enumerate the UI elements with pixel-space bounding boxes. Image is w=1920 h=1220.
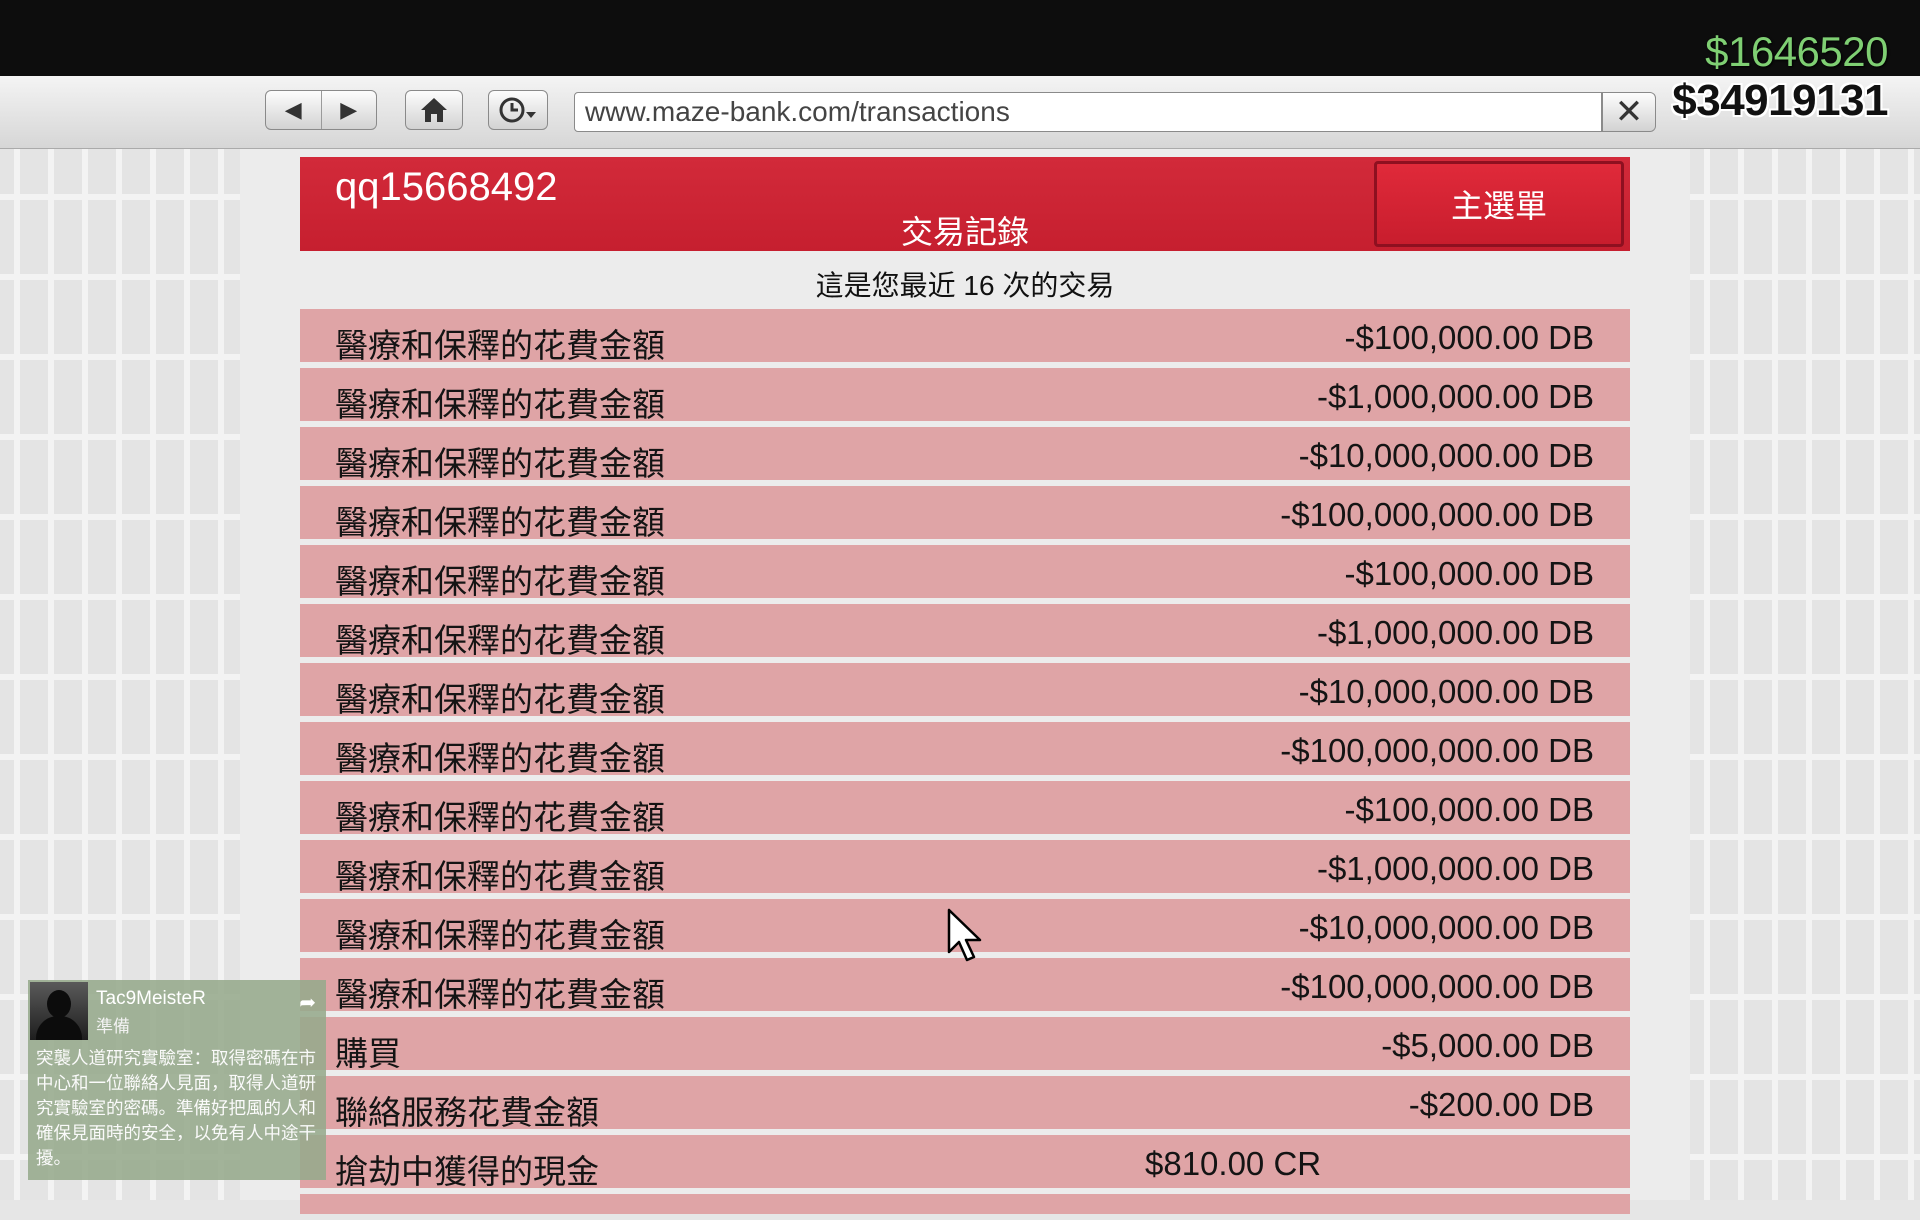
browser-toolbar: ◀ ▶ www.maze-bank.com/transactions ✕ (0, 76, 1920, 149)
transaction-description: 聯絡服務花費金額 (335, 1094, 599, 1131)
share-icon: ➦ (299, 992, 316, 1014)
transaction-row: 醫療和保釋的花費金額 -$100,000,000.00 DB (300, 722, 1630, 777)
mouse-cursor-icon (947, 908, 982, 962)
transaction-description: 醫療和保釋的花費金額 (335, 917, 665, 954)
transaction-description: 醫療和保釋的花費金額 (335, 976, 665, 1013)
transaction-row: 醫療和保釋的花費金額 -$100,000.00 DB (300, 781, 1630, 836)
back-button[interactable]: ◀ (266, 91, 321, 129)
transaction-row: 醫療和保釋的花費金額 -$100,000,000.00 DB (300, 486, 1630, 541)
transaction-description: 醫療和保釋的花費金額 (335, 563, 665, 600)
transaction-description: 醫療和保釋的花費金額 (335, 858, 665, 895)
transaction-amount: -$1,000,000.00 DB (1316, 850, 1594, 887)
transaction-description: 購買 (335, 1035, 401, 1072)
transaction-row: 搶劫中獲得的現金 $810.00 CR (300, 1135, 1630, 1190)
transaction-row: 醫療和保釋的花費金額 -$10,000,000.00 DB (300, 663, 1630, 718)
transaction-row: 醫療和保釋的花費金額 -$100,000,000.00 DB (300, 958, 1630, 1013)
transaction-description: 搶劫中獲得的現金 (335, 1153, 599, 1190)
transaction-amount: -$100,000,000.00 DB (1280, 732, 1594, 769)
history-button[interactable] (488, 90, 548, 130)
back-arrow-icon: ◀ (284, 97, 302, 122)
transaction-description: 醫療和保釋的花費金額 (335, 622, 665, 659)
transaction-description: 醫療和保釋的花費金額 (335, 681, 665, 718)
home-button[interactable] (405, 90, 463, 130)
background-pattern-right (1690, 149, 1920, 1200)
transaction-row: 購買 -$5,000.00 DB (300, 1017, 1630, 1072)
transaction-row: 醫療和保釋的花費金額 -$1,000,000.00 DB (300, 368, 1630, 423)
transaction-amount: $810.00 CR (1145, 1145, 1322, 1182)
forward-button[interactable]: ▶ (320, 91, 377, 129)
transaction-amount: -$100,000,000.00 DB (1280, 968, 1594, 1005)
transaction-amount: -$10,000,000.00 DB (1298, 673, 1594, 710)
close-icon: ✕ (1614, 93, 1644, 131)
transaction-row: 醫療和保釋的花費金額 -$100,000.00 DB (300, 309, 1630, 364)
notification-player-name: Tac9MeisteR (96, 988, 206, 1009)
notification-message: 突襲人道研究實驗室：取得密碼在市中心和一位聯絡人見面，取得人道研究實驗室的密碼。… (36, 1048, 316, 1168)
transaction-list: 醫療和保釋的花費金額 -$100,000.00 DB 醫療和保釋的花費金額 -$1,… (300, 309, 1630, 1220)
top-hud-bar (0, 0, 1920, 76)
avatar (30, 982, 88, 1040)
bank-header: qq15668492 交易記錄 主選單 (300, 157, 1630, 251)
transaction-amount: -$200.00 DB (1408, 1086, 1594, 1123)
bank-balance: $34919131 (1672, 76, 1888, 125)
transaction-amount: -$100,000.00 DB (1344, 791, 1594, 828)
transaction-amount: -$100,000.00 DB (1344, 319, 1594, 356)
transaction-row: 醫療和保釋的花費金額 -$10,000,000.00 DB (300, 427, 1630, 482)
notification-status: 準備 (96, 1017, 130, 1036)
transaction-row: 醫療和保釋的花費金額 -$1,000,000.00 DB (300, 604, 1630, 659)
transaction-amount: -$1,000,000.00 DB (1316, 614, 1594, 651)
transaction-amount: -$100,000,000.00 DB (1280, 496, 1594, 533)
transaction-row: 聯絡服務花費金額 -$200.00 DB (300, 1076, 1630, 1131)
cash-balance: $1646520 (1705, 28, 1888, 75)
nav-buttons: ◀ ▶ (265, 90, 377, 130)
history-clock-icon (499, 97, 536, 123)
transaction-row: 醫療和保釋的花費金額 -$1,000,000.00 DB (300, 840, 1630, 895)
transaction-description: 醫療和保釋的花費金額 (335, 445, 665, 482)
transaction-amount: -$100,000.00 DB (1344, 555, 1594, 592)
home-icon (421, 98, 447, 122)
transaction-amount: -$1,000,000.00 DB (1316, 378, 1594, 415)
forward-arrow-icon: ▶ (340, 97, 358, 122)
transaction-description: 醫療和保釋的花費金額 (335, 386, 665, 423)
main-menu-button[interactable]: 主選單 (1374, 161, 1624, 247)
account-username: qq15668492 (335, 165, 558, 209)
close-button[interactable]: ✕ (1602, 92, 1656, 132)
transaction-description: 醫療和保釋的花費金額 (335, 327, 665, 364)
transaction-amount: -$10,000,000.00 DB (1298, 437, 1594, 474)
transaction-description: 醫療和保釋的花費金額 (335, 504, 665, 541)
player-notification: Tac9MeisteR 準備 ➦ 突襲人道研究實驗室：取得密碼在市中心和一位聯絡… (28, 980, 326, 1180)
transaction-amount: -$10,000,000.00 DB (1298, 909, 1594, 946)
transaction-description: 醫療和保釋的花費金額 (335, 799, 665, 836)
transactions-caption: 這是您最近 16 次的交易 (815, 270, 1115, 301)
transaction-row (300, 1194, 1630, 1214)
transaction-description: 醫療和保釋的花費金額 (335, 740, 665, 777)
url-input[interactable]: www.maze-bank.com/transactions (574, 92, 1602, 132)
transaction-amount: -$5,000.00 DB (1381, 1027, 1594, 1064)
transaction-row: 醫療和保釋的花費金額 -$100,000.00 DB (300, 545, 1630, 600)
